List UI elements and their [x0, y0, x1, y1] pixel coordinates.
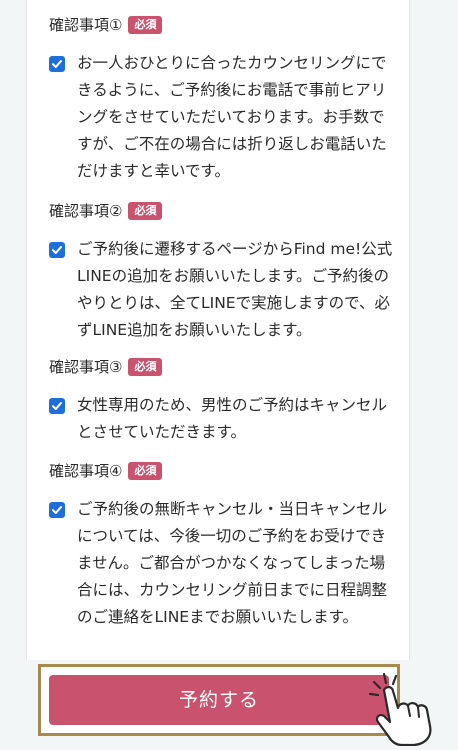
- section-title: 確認事項③: [49, 358, 123, 376]
- confirmation-checkbox-row-4[interactable]: ご予約後の無断キャンセル・当日キャンセルについては、今後一切のご予約をお受けでき…: [49, 496, 399, 631]
- section-title: 確認事項①: [49, 16, 123, 34]
- hand-pointer-icon: [368, 672, 432, 746]
- confirmation-text: お一人おひとりに合ったカウンセリングにできるように、ご予約後にお電話で事前ヒアリ…: [77, 54, 387, 180]
- required-badge: 必須: [128, 358, 163, 376]
- submit-highlight-frame: 予約する: [38, 664, 400, 736]
- confirmation-section-4: 確認事項④ 必須 ご予約後の無断キャンセル・当日キャンセルについては、今後一切の…: [49, 460, 399, 631]
- confirmation-card: 確認事項① 必須 お一人おひとりに合ったカウンセリングにできるように、ご予約後に…: [26, 0, 410, 660]
- required-badge: 必須: [128, 16, 163, 34]
- checkbox-checked[interactable]: [49, 502, 65, 518]
- checkbox-checked[interactable]: [49, 56, 65, 72]
- confirmation-section-1: 確認事項① 必須 お一人おひとりに合ったカウンセリングにできるように、ご予約後に…: [49, 14, 399, 185]
- confirmation-text: ご予約後に遷移するページからFind me!公式LINEの追加をお願いいたします…: [77, 240, 393, 339]
- required-badge: 必須: [128, 202, 163, 220]
- confirmation-checkbox-row-1[interactable]: お一人おひとりに合ったカウンセリングにできるように、ご予約後にお電話で事前ヒアリ…: [49, 50, 399, 185]
- page: 確認事項① 必須 お一人おひとりに合ったカウンセリングにできるように、ご予約後に…: [0, 0, 458, 750]
- checkmark-icon: [52, 402, 62, 410]
- section-title: 確認事項④: [49, 462, 123, 480]
- checkmark-icon: [52, 506, 62, 514]
- confirmation-checkbox-row-3[interactable]: 女性専用のため、男性のご予約はキャンセルとさせていただきます。: [49, 392, 399, 446]
- confirmation-section-2: 確認事項② 必須 ご予約後に遷移するページからFind me!公式LINEの追加…: [49, 200, 399, 344]
- reserve-button[interactable]: 予約する: [49, 675, 389, 725]
- confirmation-text: 女性専用のため、男性のご予約はキャンセルとさせていただきます。: [77, 396, 388, 441]
- section-title-row: 確認事項④ 必須: [49, 460, 399, 482]
- checkbox-checked[interactable]: [49, 398, 65, 414]
- confirmation-checkbox-row-2[interactable]: ご予約後に遷移するページからFind me!公式LINEの追加をお願いいたします…: [49, 236, 399, 344]
- checkmark-icon: [52, 246, 62, 254]
- confirmation-text: ご予約後の無断キャンセル・当日キャンセルについては、今後一切のご予約をお受けでき…: [77, 500, 388, 626]
- checkmark-icon: [52, 60, 62, 68]
- section-title-row: 確認事項② 必須: [49, 200, 399, 222]
- section-title: 確認事項②: [49, 202, 123, 220]
- section-title-row: 確認事項① 必須: [49, 14, 399, 36]
- confirmation-section-3: 確認事項③ 必須 女性専用のため、男性のご予約はキャンセルとさせていただきます。: [49, 356, 399, 446]
- section-title-row: 確認事項③ 必須: [49, 356, 399, 378]
- required-badge: 必須: [128, 462, 163, 480]
- checkbox-checked[interactable]: [49, 242, 65, 258]
